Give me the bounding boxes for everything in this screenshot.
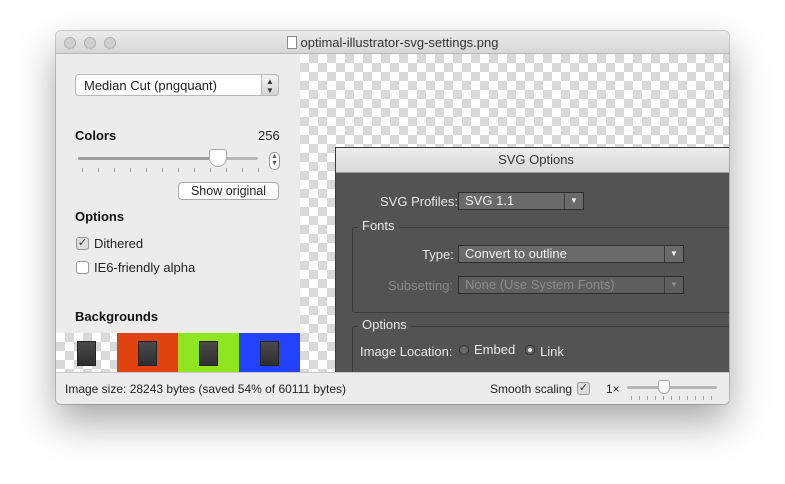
algorithm-select[interactable]: Median Cut (pngquant) ▲ ▼ xyxy=(75,74,279,96)
backgrounds-label: Backgrounds xyxy=(75,309,159,324)
select-chevron-icon: ▲ ▼ xyxy=(261,74,279,96)
svg-profiles-select: SVG 1.1 ▼ xyxy=(458,192,584,210)
ie6-alpha-label: IE6-friendly alpha xyxy=(94,260,196,275)
backgrounds-row xyxy=(56,333,300,373)
font-type-select: Convert to outline ▼ xyxy=(458,245,684,263)
slider-tick xyxy=(663,396,664,400)
slider-tick xyxy=(655,396,656,400)
dithered-checkbox[interactable]: ✓ xyxy=(76,237,89,250)
background-swatch[interactable] xyxy=(239,333,300,373)
background-swatch[interactable] xyxy=(56,333,117,373)
slider-tick xyxy=(639,396,640,400)
colors-slider-knob[interactable] xyxy=(209,149,228,167)
status-bar: Image size: 28243 bytes (saved 54% of 60… xyxy=(56,372,729,404)
subsetting-label: Subsetting: xyxy=(388,278,454,293)
embed-radio xyxy=(459,345,469,355)
colors-value: 256 xyxy=(258,128,280,143)
smooth-scaling-label: Smooth scaling xyxy=(490,382,573,396)
app-window: optimal-illustrator-svg-settings.png Med… xyxy=(56,31,729,404)
svg-profiles-value: SVG 1.1 xyxy=(465,193,515,208)
slider-tick xyxy=(711,396,712,400)
background-swatch[interactable] xyxy=(117,333,178,373)
slider-tick xyxy=(258,168,259,172)
link-radio xyxy=(525,345,535,355)
colors-slider[interactable] xyxy=(78,149,258,167)
background-swatch[interactable] xyxy=(178,333,239,373)
font-type-value: Convert to outline xyxy=(465,246,567,261)
slider-tick xyxy=(82,168,83,172)
algorithm-select-value: Median Cut (pngquant) xyxy=(84,78,217,93)
slider-tick xyxy=(631,396,632,400)
options-label: Options xyxy=(75,209,125,224)
smooth-scaling-checkbox[interactable]: ✓ xyxy=(577,382,590,395)
fonts-group xyxy=(352,227,729,313)
embed-label: Embed xyxy=(474,342,516,357)
fonts-group-label: Fonts xyxy=(358,218,399,233)
svg-profiles-label: SVG Profiles: xyxy=(380,194,459,209)
title-bar: optimal-illustrator-svg-settings.png xyxy=(56,31,729,54)
slider-tick xyxy=(687,396,688,400)
settings-sidebar: Median Cut (pngquant) ▲ ▼ Colors 256 ▲ ▼ S… xyxy=(56,54,300,373)
colors-stepper[interactable]: ▲ ▼ xyxy=(269,152,280,170)
zoom-slider-knob[interactable] xyxy=(658,380,671,394)
colors-slider-ticks xyxy=(82,168,259,174)
subsetting-value: None (Use System Fonts) xyxy=(465,277,615,292)
slider-tick xyxy=(647,396,648,400)
image-thumbnail-icon xyxy=(199,341,218,366)
link-label: Link xyxy=(540,344,564,359)
zoom-slider-ticks xyxy=(631,396,712,401)
slider-tick xyxy=(703,396,704,400)
image-thumbnail-icon xyxy=(77,341,96,366)
dropdown-arrow-icon: ▼ xyxy=(664,246,683,262)
zoom-slider[interactable] xyxy=(627,380,717,394)
show-original-button[interactable]: Show original xyxy=(178,182,279,200)
slider-tick xyxy=(671,396,672,400)
slider-tick xyxy=(210,168,211,172)
slider-tick xyxy=(130,168,131,172)
colors-label: Colors xyxy=(75,128,117,143)
dropdown-arrow-icon: ▼ xyxy=(564,193,583,209)
slider-tick xyxy=(226,168,227,172)
slider-tick xyxy=(695,396,696,400)
svg-options-title: SVG Options xyxy=(336,148,729,173)
dropdown-arrow-icon: ▼ xyxy=(664,277,683,293)
image-thumbnail-icon xyxy=(138,341,157,366)
window-title: optimal-illustrator-svg-settings.png xyxy=(300,35,499,50)
image-size-text: Image size: 28243 bytes (saved 54% of 60… xyxy=(65,382,347,396)
slider-tick xyxy=(194,168,195,172)
image-thumbnail-icon xyxy=(260,341,279,366)
ie6-alpha-checkbox[interactable] xyxy=(76,261,89,274)
font-type-label: Type: xyxy=(422,247,454,262)
slider-tick xyxy=(146,168,147,172)
zoom-label: 1× xyxy=(606,382,620,396)
slider-tick xyxy=(242,168,243,172)
slider-tick xyxy=(114,168,115,172)
subsetting-select: None (Use System Fonts) ▼ xyxy=(458,276,684,294)
dithered-label: Dithered xyxy=(94,236,144,251)
slider-tick xyxy=(679,396,680,400)
slider-tick xyxy=(178,168,179,172)
svg-options-image: SVG Options SVG Profiles: SVG 1.1 ▼ Font… xyxy=(335,147,729,404)
slider-tick xyxy=(162,168,163,172)
image-location-label: Image Location: xyxy=(360,344,453,359)
window-title-wrap: optimal-illustrator-svg-settings.png xyxy=(56,35,729,50)
options-group-label: Options xyxy=(358,317,411,332)
slider-tick xyxy=(98,168,99,172)
colors-slider-fill xyxy=(78,157,219,160)
document-icon xyxy=(286,36,297,49)
